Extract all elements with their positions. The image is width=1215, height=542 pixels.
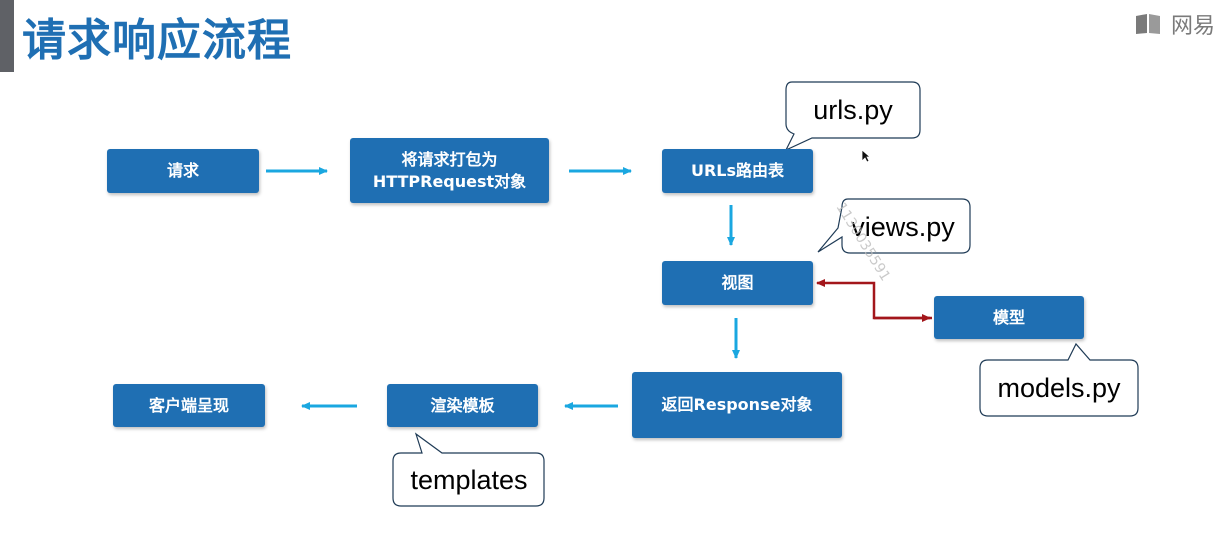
callout-models-py: models.py [979,342,1139,417]
node-request: 请求 [107,149,259,193]
node-client-render: 客户端呈现 [113,384,265,427]
callout-urls-py-text: urls.py [813,95,893,125]
node-request-label: 请求 [166,161,199,180]
callout-urls-py: urls.py [784,81,921,152]
node-wrap-line1: 将请求打包为 [401,149,498,169]
node-view: 视图 [662,261,813,305]
mouse-cursor-icon [861,149,871,163]
arrow-view-model-link [816,279,932,320]
node-urls-label: URLs路由表 [690,161,785,180]
node-wrap-line2: HTTPRequest对象 [372,171,527,191]
node-render-label: 渲染模板 [430,395,495,415]
flow-connectors: urls.py views.py models.py templates [266,81,1139,507]
node-render-template: 渲染模板 [387,384,538,427]
node-client-label: 客户端呈现 [148,395,229,415]
node-urls: URLs路由表 [662,149,813,193]
callout-templates: templates [392,432,545,507]
callout-templates-text: templates [410,465,527,495]
node-view-label: 视图 [721,273,754,292]
node-response: 返回Response对象 [632,372,842,438]
node-wrap-httprequest: 将请求打包为 HTTPRequest对象 [350,138,549,203]
callout-models-py-text: models.py [997,373,1121,403]
node-model: 模型 [934,296,1084,339]
node-response-label: 返回Response对象 [661,395,813,414]
node-model-label: 模型 [992,307,1025,327]
